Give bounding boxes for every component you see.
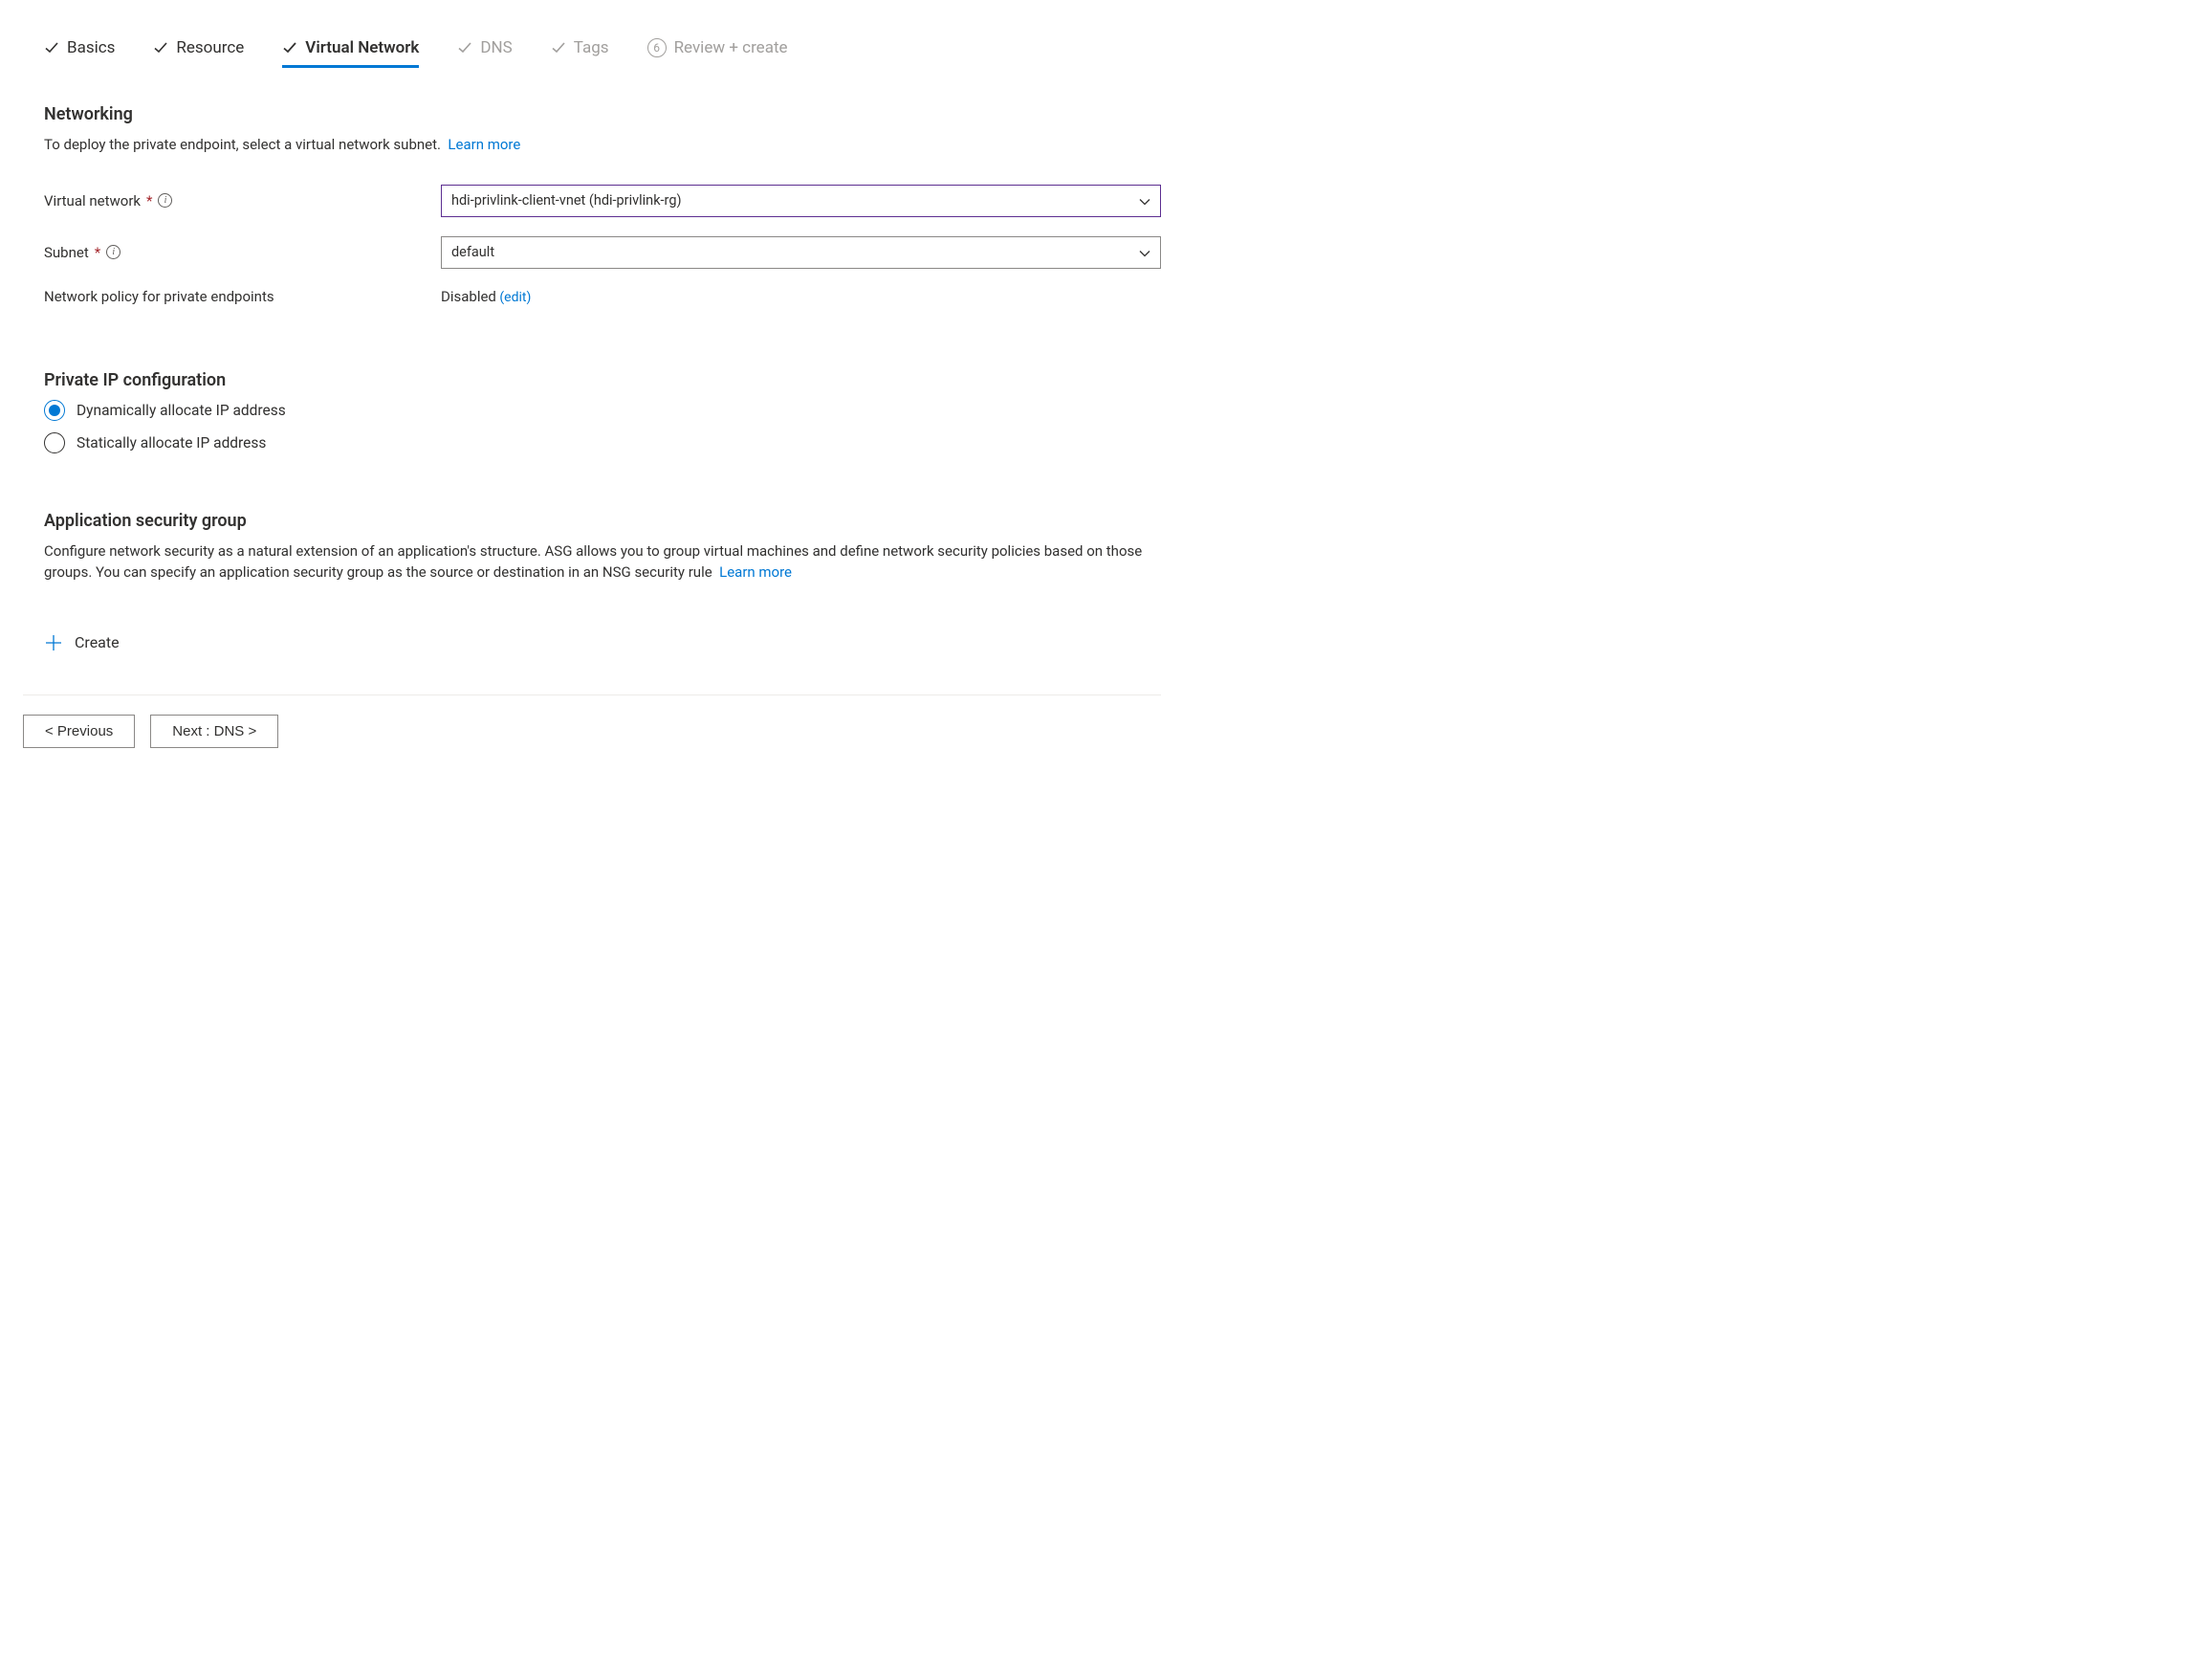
tab-virtual-network[interactable]: Virtual Network <box>282 38 419 68</box>
required-asterisk: * <box>146 192 152 209</box>
radio-icon <box>44 432 65 453</box>
chevron-down-icon <box>1139 247 1150 258</box>
network-policy-value: Disabled <box>441 288 496 305</box>
tab-resource[interactable]: Resource <box>153 38 244 68</box>
radio-static-ip[interactable]: Statically allocate IP address <box>44 432 1161 453</box>
network-policy-label-text: Network policy for private endpoints <box>44 288 274 305</box>
asg-description: Configure network security as a natural … <box>44 540 1161 584</box>
subnet-dropdown[interactable]: default <box>441 236 1161 269</box>
radio-label: Statically allocate IP address <box>77 434 266 452</box>
subnet-label-text: Subnet <box>44 244 89 261</box>
check-icon <box>44 40 59 55</box>
chevron-down-icon <box>1139 195 1150 207</box>
check-icon <box>282 40 297 55</box>
vnet-dropdown[interactable]: hdi-privlink-client-vnet (hdi-privlink-r… <box>441 185 1161 217</box>
tab-label: Resource <box>176 38 244 57</box>
check-icon <box>551 40 566 55</box>
radio-icon <box>44 400 65 421</box>
required-asterisk: * <box>95 244 100 261</box>
private-ip-heading: Private IP configuration <box>44 370 1161 390</box>
asg-heading: Application security group <box>44 511 1161 531</box>
wizard-tabs: Basics Resource Virtual Network DNS Tags <box>44 38 1161 68</box>
next-button[interactable]: Next : DNS > <box>150 715 278 748</box>
networking-heading: Networking <box>44 104 1161 124</box>
tab-dns[interactable]: DNS <box>457 38 512 68</box>
network-policy-edit-link[interactable]: (edit) <box>499 290 531 305</box>
vnet-label: Virtual network * i <box>44 192 441 209</box>
tab-label: DNS <box>480 38 512 57</box>
tab-review-create[interactable]: 6 Review + create <box>647 38 788 68</box>
radio-dynamic-ip[interactable]: Dynamically allocate IP address <box>44 400 1161 421</box>
wizard-footer: < Previous Next : DNS > <box>23 694 1161 786</box>
tab-label: Review + create <box>674 38 788 57</box>
asg-learn-more-link[interactable]: Learn more <box>719 563 792 581</box>
subnet-value: default <box>451 244 494 260</box>
radio-label: Dynamically allocate IP address <box>77 402 286 419</box>
networking-learn-more-link[interactable]: Learn more <box>448 136 520 153</box>
ip-allocation-radio-group: Dynamically allocate IP address Statical… <box>44 400 1161 453</box>
networking-description: To deploy the private endpoint, select a… <box>44 134 1161 156</box>
check-icon <box>153 40 168 55</box>
info-icon[interactable]: i <box>158 193 172 208</box>
networking-desc-text: To deploy the private endpoint, select a… <box>44 136 441 153</box>
previous-button[interactable]: < Previous <box>23 715 135 748</box>
asg-create-label: Create <box>75 633 120 651</box>
vnet-label-text: Virtual network <box>44 192 141 209</box>
step-number-icon: 6 <box>647 38 667 57</box>
vnet-value: hdi-privlink-client-vnet (hdi-privlink-r… <box>451 192 682 209</box>
check-icon <box>457 40 472 55</box>
subnet-label: Subnet * i <box>44 244 441 261</box>
tab-label: Basics <box>67 38 115 57</box>
asg-desc-text: Configure network security as a natural … <box>44 542 1142 582</box>
tab-basics[interactable]: Basics <box>44 38 115 68</box>
tab-label: Tags <box>574 38 609 57</box>
tab-tags[interactable]: Tags <box>551 38 609 68</box>
asg-create-button[interactable]: Create <box>44 633 120 652</box>
tab-label: Virtual Network <box>305 38 419 57</box>
network-policy-label: Network policy for private endpoints <box>44 288 441 305</box>
plus-icon <box>44 633 63 652</box>
info-icon[interactable]: i <box>106 245 120 259</box>
